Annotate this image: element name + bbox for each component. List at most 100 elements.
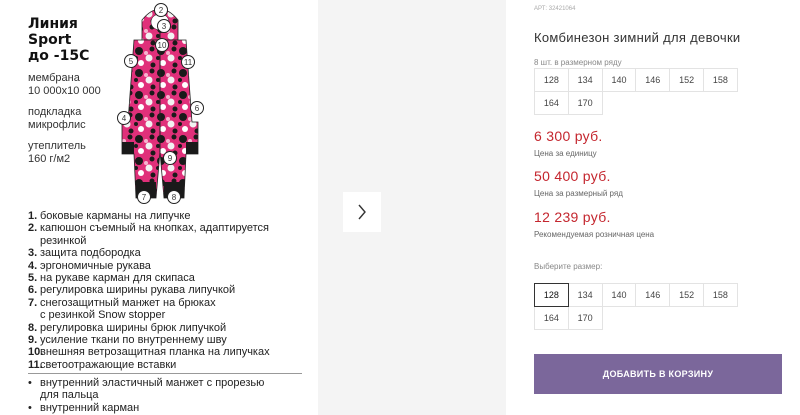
bullet-item: • внутренний карман <box>28 402 313 414</box>
callout-marker: 4 <box>117 111 131 125</box>
size-option[interactable]: 152 <box>669 283 704 307</box>
size-option[interactable]: 170 <box>567 306 603 330</box>
size-row-cell: 134 <box>567 68 603 92</box>
callout-marker: 5 <box>124 54 138 68</box>
feature-item: 11. светоотражающие вставки <box>28 359 313 371</box>
line-title-line: до -15С <box>28 48 90 64</box>
feature-text: снегозащитный манжет на брюках <box>40 296 216 309</box>
spec-line: мембрана <box>28 72 80 84</box>
feature-text: капюшон съемный на кнопках, адаптируется <box>40 222 269 235</box>
article-number: АРТ: 32421064 <box>534 6 576 12</box>
product-info-image: Линия Sport до -15С мембрана 10 000х10 0… <box>0 0 318 415</box>
bullet-marker: • <box>28 401 32 414</box>
feature-item: 1. боковые карманы на липучке <box>28 210 313 222</box>
spec-block: Линия Sport до -15С мембрана 10 000х10 0… <box>28 16 118 166</box>
callout-marker: 3 <box>157 19 171 33</box>
feature-item: 8. регулировка ширины брюк липучкой <box>28 322 313 334</box>
feature-item: резинкой <box>28 235 313 247</box>
callout-marker: 11 <box>181 55 195 69</box>
feature-divider <box>28 373 302 374</box>
insulation-spec: утеплитель 160 г/м2 <box>28 140 118 166</box>
add-to-cart-button[interactable]: ДОБАВИТЬ В КОРЗИНУ <box>534 354 782 394</box>
bullet-item: для пальца <box>28 389 313 401</box>
price-unit: 6 300 руб. <box>534 128 603 144</box>
callout-marker: 7 <box>137 190 151 204</box>
price-size-row-note: Цена за размерный ряд <box>534 189 623 198</box>
size-option[interactable]: 146 <box>635 283 671 307</box>
size-option-selected[interactable]: 128 <box>534 283 569 307</box>
feature-text: на рукаве карман для скипаса <box>40 272 195 285</box>
feature-item: 5. на рукаве карман для скипаса <box>28 272 313 284</box>
callout-marker: 2 <box>154 3 168 17</box>
size-row-cell: 140 <box>601 68 637 92</box>
feature-number: 4. <box>28 259 38 272</box>
price-size-row: 50 400 руб. <box>534 168 611 184</box>
feature-item: 7. снегозащитный манжет на брюках <box>28 297 313 309</box>
callout-marker: 6 <box>190 101 204 115</box>
feature-item: 2. капюшон съемный на кнопках, адаптирует… <box>28 222 313 234</box>
feature-text: регулировка ширины рукава липучкой <box>40 284 236 297</box>
feature-number: 1. <box>28 210 38 222</box>
bullet-item: • внутренний эластичный манжет с прорезью <box>28 377 313 389</box>
feature-text: усиление ткани по внутреннему шву <box>40 334 227 347</box>
feature-text: эргономичные рукава <box>40 259 151 272</box>
feature-number: 5. <box>28 272 38 285</box>
bullet-text: для пальца <box>40 389 99 402</box>
size-row-grid: 128 134 140 146 152 158 164 170 <box>534 68 771 115</box>
size-row-cell: 146 <box>635 68 671 92</box>
feature-item: 9. усиление ткани по внутреннему шву <box>28 334 313 346</box>
feature-item: 6. регулировка ширины рукава липучкой <box>28 284 313 296</box>
size-option[interactable]: 164 <box>534 306 569 330</box>
feature-number: 8. <box>28 321 38 334</box>
callout-marker: 9 <box>163 151 177 165</box>
spec-line: подкладка <box>28 106 82 118</box>
feature-number: 6. <box>28 284 38 297</box>
line-title-line: Линия <box>28 16 78 32</box>
size-selector: 128 134 140 146 152 158 164 170 <box>534 283 771 330</box>
bullet-marker <box>28 389 40 401</box>
feature-number: 10. <box>28 346 44 359</box>
gallery-next-button[interactable] <box>343 192 381 232</box>
price-unit-note: Цена за единицу <box>534 149 597 158</box>
spec-line: микрофлис <box>28 119 86 131</box>
spec-line: утеплитель <box>28 140 86 152</box>
product-title: Комбинезон зимний для девочки <box>534 30 741 45</box>
feature-number: 7. <box>28 296 38 309</box>
size-row-cell: 164 <box>534 91 569 115</box>
lining-spec: подкладка микрофлис <box>28 106 118 132</box>
price-retail-note: Рекомендуемая розничная цена <box>534 230 655 239</box>
bullet-text: внутренний эластичный манжет с прорезью <box>40 377 265 389</box>
feature-number <box>28 235 40 247</box>
feature-text: боковые карманы на липучке <box>40 210 191 222</box>
spec-line: 160 г/м2 <box>28 153 71 165</box>
size-option[interactable]: 140 <box>601 283 637 307</box>
feature-text: регулировка ширины брюк липучкой <box>40 321 227 334</box>
callout-marker: 10 <box>155 38 169 52</box>
size-row-cell: 170 <box>567 91 603 115</box>
size-option[interactable]: 134 <box>567 283 603 307</box>
choose-size-label: Выберите размер: <box>534 262 603 271</box>
size-row-cell: 152 <box>669 68 704 92</box>
feature-text: с резинкой Snow stopper <box>40 309 166 322</box>
sizes-in-row-label: 8 шт. в размерном ряду <box>534 58 622 67</box>
size-row-cell: 128 <box>534 68 569 92</box>
feature-number <box>28 309 40 321</box>
feature-item: 4. эргономичные рукава <box>28 260 313 272</box>
callout-marker: 8 <box>167 190 181 204</box>
bullet-text: внутренний карман <box>40 401 140 414</box>
numbered-feature-list: 1. боковые карманы на липучке 2. капюшон с… <box>28 210 313 371</box>
chevron-right-icon <box>358 204 366 220</box>
line-title-line: Sport <box>28 32 72 48</box>
feature-item: 10. внешняя ветрозащитная планка на липуч… <box>28 346 313 358</box>
bullet-marker: • <box>28 377 32 389</box>
feature-text: защита подбородка <box>40 247 141 260</box>
size-option[interactable]: 158 <box>702 283 738 307</box>
feature-number: 2. <box>28 222 38 235</box>
feature-number: 9. <box>28 334 38 347</box>
membrane-spec: мембрана 10 000х10 000 <box>28 72 118 98</box>
bullet-feature-list: • внутренний эластичный манжет с прорезью… <box>28 377 313 414</box>
feature-item: с резинкой Snow stopper <box>28 309 313 321</box>
feature-text: внешняя ветрозащитная планка на липучках <box>40 346 270 359</box>
spec-line: 10 000х10 000 <box>28 85 101 97</box>
feature-number: 3. <box>28 247 38 260</box>
